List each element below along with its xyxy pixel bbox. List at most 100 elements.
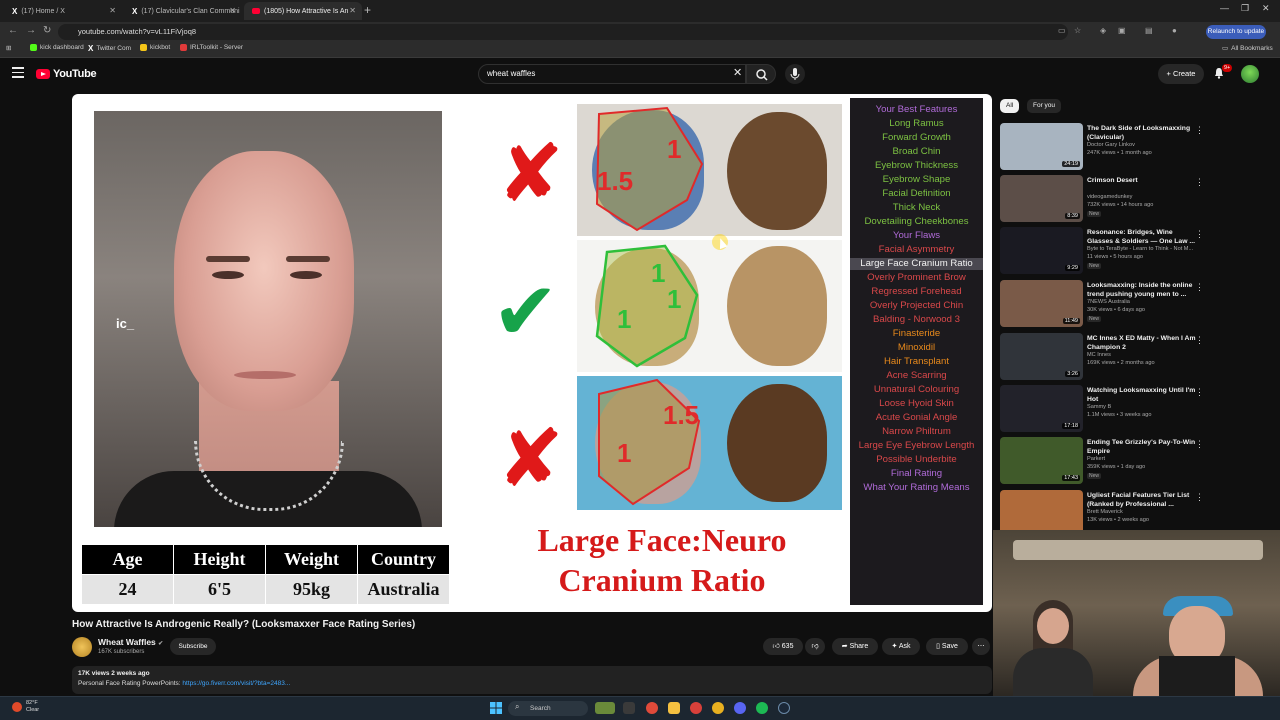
recommended-video[interactable]: 9:29 Resonance: Bridges, Wine Glasses & S… [1000,227,1270,279]
recommended-channel[interactable]: Byte to TeraByte - Learn to Think - Not … [1087,246,1193,252]
more-icon[interactable]: ⋮ [1195,282,1204,293]
more-options-button[interactable]: ⋯ [972,638,990,655]
search-button[interactable] [746,64,776,84]
taskbar-search[interactable]: Search [508,701,588,716]
save-button[interactable]: ▯ Save [926,638,968,655]
recommended-channel[interactable]: Parkert [1087,456,1105,462]
dislike-button[interactable]: 👎︎ [805,638,825,655]
close-icon[interactable]: ✕ [349,6,356,15]
tab-home-x[interactable]: X (17) Home / X ✕ [4,2,122,20]
more-icon[interactable]: ⋮ [1195,335,1204,346]
video-thumbnail[interactable]: 3:26 [1000,333,1083,380]
profile-icon[interactable]: ● [1172,26,1177,35]
app-icon[interactable] [690,702,702,714]
create-button[interactable]: + Create [1158,64,1204,84]
recommended-video[interactable]: 11:49 Looksmaxxing: Inside the online tre… [1000,280,1270,332]
recommended-title[interactable]: Ending Tee Grizzley's Pay-To-Win Empire [1087,439,1199,456]
recommended-title[interactable]: Crimson Desert [1087,177,1199,186]
recommended-channel[interactable]: videogamedunkey [1087,194,1132,200]
more-icon[interactable]: ⋮ [1195,229,1204,240]
more-icon[interactable]: ⋮ [1195,439,1204,450]
recommended-title[interactable]: Ugliest Facial Features Tier List (Ranke… [1087,492,1199,509]
recommended-title[interactable]: Resonance: Bridges, Wine Glasses & Soldi… [1087,229,1199,246]
clear-search-icon[interactable]: ✕ [733,66,742,79]
recommended-channel[interactable]: MC Innes [1087,352,1111,358]
sidebar-icon[interactable]: ▤ [1145,26,1153,35]
close-icon[interactable]: ✕ [109,6,116,15]
relaunch-button[interactable]: Relaunch to update [1206,25,1266,39]
window-close-icon[interactable]: ✕ [1262,3,1270,14]
close-icon[interactable]: ✕ [229,6,236,15]
tab-youtube-video[interactable]: (1805) How Attractive Is An ✕ [244,2,362,20]
file-explorer-icon[interactable] [668,702,680,714]
bookmark-kickbot[interactable]: kickbot [140,44,170,51]
description-link[interactable]: https://go.fiverr.com/visit/?bta=2483... [182,680,290,687]
maximize-icon[interactable]: ❐ [1241,3,1249,14]
recommended-title[interactable]: Watching Looksmaxxing Until I'm Hot [1087,387,1199,404]
video-thumbnail[interactable]: 9:29 [1000,227,1083,274]
voice-search-button[interactable] [785,64,805,84]
video-thumbnail[interactable]: 17:43 [1000,437,1083,484]
recommended-video[interactable]: 8:39 Crimson Desert videogamedunkey 732K vi… [1000,175,1270,227]
bookmark-irltoolkit[interactable]: IRLToolkit - Server [180,44,243,51]
more-icon[interactable]: ⋮ [1195,387,1204,398]
search-input[interactable]: wheat waffles [478,64,746,84]
recommended-title[interactable]: MC Innes X ED Matty - When I Am Champion… [1087,335,1199,352]
recommended-video[interactable]: 3:26 MC Innes X ED Matty - When I Am Cham… [1000,333,1270,385]
minimize-icon[interactable]: — [1220,3,1229,13]
bookmark-twitter[interactable]: X Twitter Com [88,44,131,53]
all-bookmarks[interactable]: ▭ All Bookmarks [1222,44,1273,53]
video-thumbnail[interactable]: 11:49 [1000,280,1083,327]
spotify-icon[interactable] [756,702,768,714]
windows-start-icon[interactable] [490,702,502,714]
video-thumbnail[interactable]: 8:39 [1000,175,1083,222]
recommended-channel[interactable]: Sammy B [1087,404,1111,410]
extension-icon[interactable]: ◈ [1100,26,1106,35]
chrome-icon[interactable] [646,702,658,714]
subscribe-button[interactable]: Subscribe [170,638,216,655]
widget-icon[interactable] [595,702,615,714]
video-player[interactable]: ic_ Age Height Weight Country 24 6'5 95k… [72,94,992,612]
steam-icon[interactable] [778,702,790,714]
chrome-canary-icon[interactable] [712,702,724,714]
avatar[interactable] [1241,65,1259,83]
forward-icon[interactable]: → [26,25,36,36]
ask-button[interactable]: ✦ Ask [882,638,920,655]
chip-for-you[interactable]: For you [1027,99,1062,113]
recommended-video[interactable]: 17:18 Watching Looksmaxxing Until I'm Hot… [1000,385,1270,437]
puzzle-icon[interactable]: ▣ [1118,26,1126,35]
recommended-channel[interactable]: Doctor Gary Linkov [1087,142,1135,148]
video-thumbnail[interactable]: 24:19 [1000,123,1083,170]
new-tab-button[interactable]: + [364,3,371,17]
duration-badge: 9:29 [1065,265,1080,271]
more-icon[interactable]: ⋮ [1195,125,1204,136]
star-icon[interactable]: ☆ [1074,26,1081,35]
tab-clan-community[interactable]: X (17) Clavicular's Clan Communi ✕ [124,2,242,20]
youtube-logo[interactable]: YouTube [36,68,97,80]
recommended-video[interactable]: 24:19 The Dark Side of Looksmaxxing (Clav… [1000,123,1270,175]
reload-icon[interactable]: ↻ [43,25,51,36]
menu-icon[interactable] [12,67,24,81]
apps-icon[interactable]: ⊞ [6,44,11,52]
recommended-video[interactable]: 17:43 Ending Tee Grizzley's Pay-To-Win Em… [1000,437,1270,489]
address-bar-row: ← → ↻ youtube.com/watch?v=vL11FiVjoq8 ▭ … [0,22,1280,42]
more-icon[interactable]: ⋮ [1195,492,1204,503]
chip-all[interactable]: All [1000,99,1020,113]
task-view-icon[interactable] [623,702,635,714]
cast-icon[interactable]: ▭ [1058,26,1066,35]
discord-icon[interactable] [734,702,746,714]
cross-mark-icon: ✘ [497,412,565,505]
channel-name[interactable]: Wheat Waffles ✔ [98,637,163,647]
channel-avatar[interactable] [72,637,92,657]
recommended-channel[interactable]: 7NEWS Australia [1087,299,1130,305]
share-button[interactable]: ➦ Share [832,638,878,655]
recommended-title[interactable]: Looksmaxxing: Inside the online trend pu… [1087,282,1199,299]
video-thumbnail[interactable]: 17:18 [1000,385,1083,432]
recommended-title[interactable]: The Dark Side of Looksmaxxing (Clavicula… [1087,125,1199,142]
bookmark-kick-dashboard[interactable]: kick dashboard [30,44,84,51]
more-icon[interactable]: ⋮ [1195,177,1204,188]
url-input[interactable]: youtube.com/watch?v=vL11FiVjoq8 [58,24,1068,40]
recommended-channel[interactable]: Brett Maverick [1087,509,1123,515]
back-icon[interactable]: ← [8,25,18,36]
like-button[interactable]: 👍︎ 635 [763,638,803,655]
